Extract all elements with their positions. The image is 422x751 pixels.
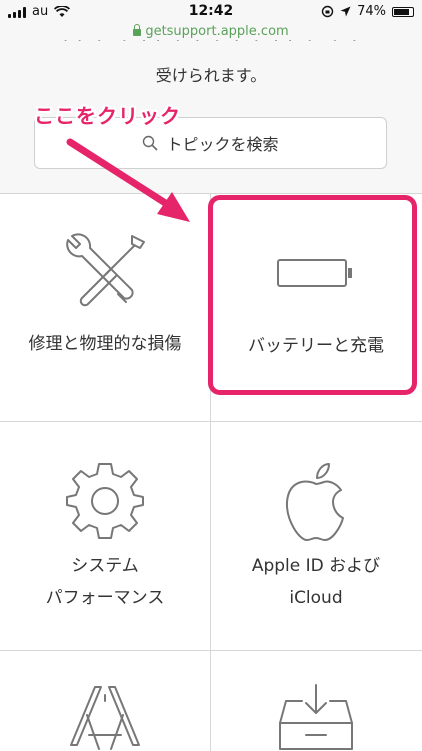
annotation-arrow-icon: [66, 138, 190, 222]
